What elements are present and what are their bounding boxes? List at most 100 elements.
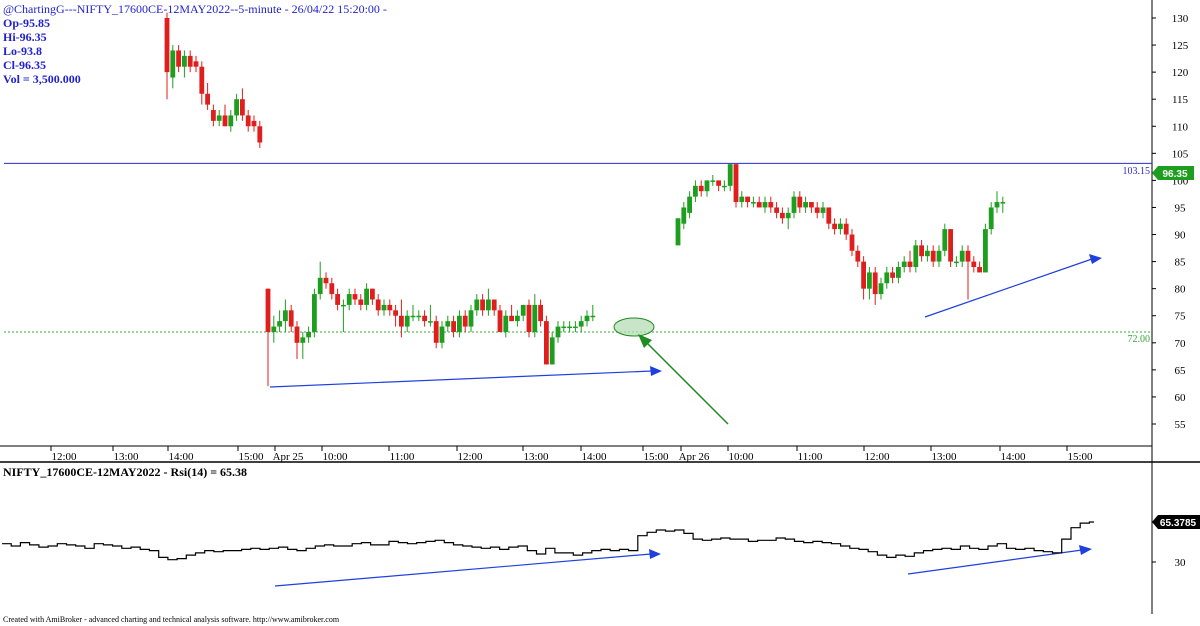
candle-body: [739, 196, 745, 203]
time-tick-label: 14:00: [581, 451, 607, 463]
candle: [890, 267, 895, 284]
rsi-value-tag: 65.3785: [1152, 515, 1200, 529]
candle: [422, 310, 427, 327]
candle: [532, 294, 538, 338]
candle-body: [234, 99, 239, 116]
candle-body: [704, 180, 710, 192]
candle: [257, 120, 263, 148]
candle-body: [416, 315, 422, 318]
candle-body: [988, 207, 994, 230]
candle-body: [457, 315, 462, 332]
candle: [404, 310, 410, 332]
candle: [176, 45, 181, 73]
candle-body: [820, 207, 826, 213]
price-tick-label: 130: [1172, 13, 1189, 25]
candle-body: [544, 321, 549, 365]
candle: [271, 315, 277, 343]
time-tick-label: 10:00: [728, 451, 754, 463]
candle-body: [364, 288, 369, 305]
candle: [277, 310, 282, 332]
candle-body: [832, 223, 837, 230]
candle-body: [803, 202, 808, 208]
candle: [849, 229, 855, 257]
candle: [762, 196, 768, 213]
candle: [954, 256, 959, 268]
candle: [399, 299, 404, 338]
candle-body: [375, 299, 381, 311]
candle: [698, 180, 704, 197]
candle-body: [205, 93, 210, 105]
price-tick-label: 80: [1175, 284, 1187, 296]
price-axis: 556065707580859095100105110115120125130: [1152, 13, 1189, 431]
candle: [265, 288, 271, 387]
candle-body: [983, 229, 988, 273]
candle-body: [422, 315, 427, 322]
highlight-ellipse: [613, 317, 655, 337]
candle: [716, 180, 721, 192]
candle: [515, 310, 520, 327]
candle: [878, 277, 884, 300]
candle: [988, 202, 994, 235]
candle-body: [462, 315, 468, 327]
candle-body: [722, 185, 727, 188]
candle-body: [526, 304, 532, 332]
rsi-axis-label: 30: [1175, 557, 1187, 569]
candle-body: [164, 18, 170, 73]
candle-body: [872, 272, 878, 295]
time-tick-label: 15:00: [238, 451, 264, 463]
candle-body: [335, 294, 340, 305]
candle: [364, 283, 369, 311]
candle: [509, 304, 514, 322]
candle-body: [228, 115, 234, 127]
time-tick-label: Apr 25: [273, 451, 304, 463]
candle-body: [480, 299, 485, 311]
candle-body: [451, 321, 456, 332]
candle: [283, 299, 288, 332]
candle: [187, 50, 193, 73]
price-tick-label: 60: [1175, 392, 1187, 404]
rsi-panel-title: NIFTY_17600CE-12MAY2022 - Rsi(14) = 65.3…: [3, 465, 248, 479]
candle: [936, 245, 942, 268]
rsi-line: [2, 521, 1094, 561]
candle: [312, 288, 317, 338]
candle: [590, 304, 596, 322]
candle: [739, 191, 745, 208]
footer-credit: Created with AmiBroker - advanced charti…: [3, 615, 340, 624]
candle: [480, 294, 485, 316]
rsi-value-label: 65.3785: [1160, 518, 1197, 529]
trendline-arrowhead-2: [1089, 254, 1102, 264]
candle-body: [341, 304, 346, 307]
candle: [745, 196, 750, 208]
candle-body: [584, 315, 590, 322]
candle-body: [211, 110, 216, 121]
candle: [341, 299, 346, 332]
candle: [205, 82, 210, 111]
candle-body: [439, 326, 445, 343]
candle: [375, 294, 381, 316]
candle-body: [265, 288, 271, 332]
time-tick-label: 14:00: [1000, 451, 1026, 463]
candle-body: [358, 299, 364, 305]
time-tick-label: 15:00: [1067, 451, 1093, 463]
candle-body: [468, 310, 474, 327]
candle-body: [936, 250, 942, 262]
price-tick-label: 75: [1175, 311, 1187, 323]
candle-body: [573, 326, 578, 329]
candle: [317, 261, 323, 300]
candle: [733, 164, 739, 208]
candle: [228, 110, 234, 132]
candle: [896, 261, 901, 284]
candle: [370, 288, 375, 305]
candle: [901, 256, 907, 273]
candle-body: [942, 229, 948, 251]
candle-body: [780, 212, 785, 219]
chart-canvas[interactable]: 556065707580859095100105110115120125130 …: [0, 0, 1200, 626]
candle-body: [675, 218, 681, 246]
candle-body: [693, 185, 698, 197]
close-value: Cl-96.35: [3, 58, 46, 72]
candle-body: [176, 50, 181, 67]
candle-body: [907, 261, 913, 268]
price-tick-label: 90: [1175, 230, 1187, 242]
candle: [335, 288, 340, 311]
candle: [959, 245, 965, 268]
